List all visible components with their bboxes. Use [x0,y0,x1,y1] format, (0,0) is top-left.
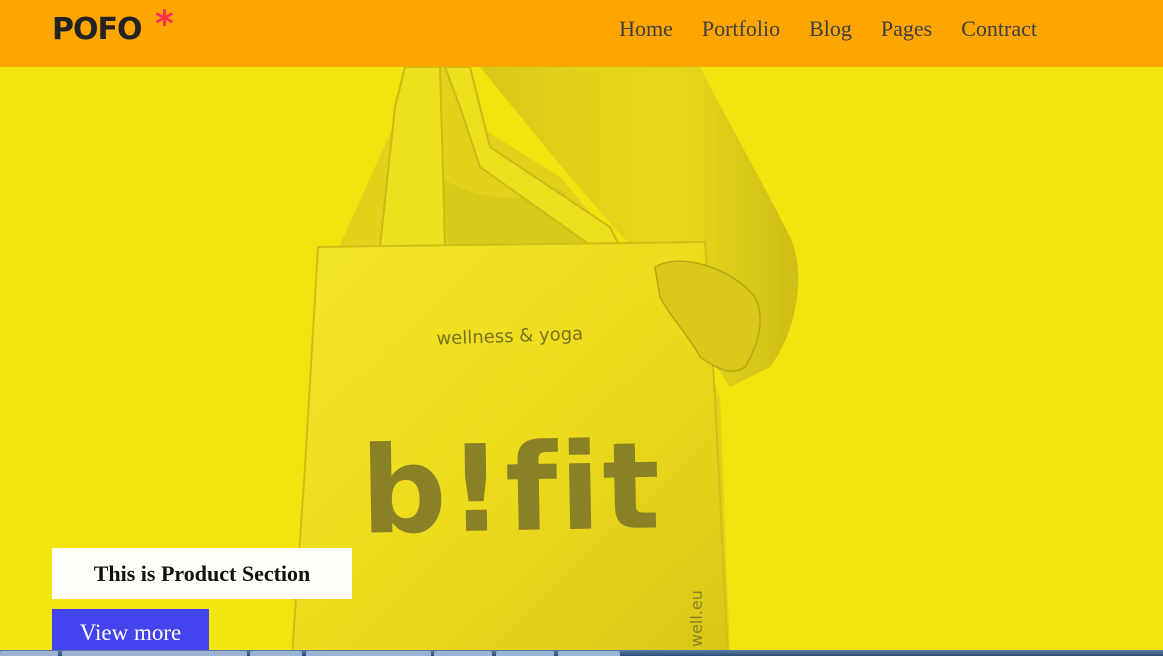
bag-text-big: b!fit [359,417,663,561]
nav-pages[interactable]: Pages [881,15,932,43]
taskbar-item[interactable] [496,651,554,656]
taskbar-item[interactable] [558,651,620,656]
nav-portfolio[interactable]: Portfolio [702,15,780,43]
view-more-button[interactable]: View more [52,609,209,654]
nav-home[interactable]: Home [619,15,673,43]
taskbar-item[interactable] [306,651,431,656]
taskbar-item[interactable] [434,651,492,656]
bag-strap-left [378,67,447,259]
logo-text: POFO [52,12,142,47]
nav-blog[interactable]: Blog [809,15,852,43]
os-taskbar [0,650,1163,656]
nav-contract[interactable]: Contract [961,15,1037,43]
main-nav: Home Portfolio Blog Pages Contract [619,15,1037,43]
logo-star-icon: * [155,4,174,45]
logo[interactable]: POFO * [52,7,174,48]
taskbar-item[interactable] [250,651,302,656]
taskbar-item-start[interactable] [0,651,58,656]
top-navbar: POFO * Home Portfolio Blog Pages Contrac… [0,0,1163,67]
product-section-heading: This is Product Section [52,548,352,599]
taskbar-item[interactable] [62,651,247,656]
page: POFO * Home Portfolio Blog Pages Contrac… [0,0,1163,656]
bag-side-text: well.eu [687,590,706,647]
